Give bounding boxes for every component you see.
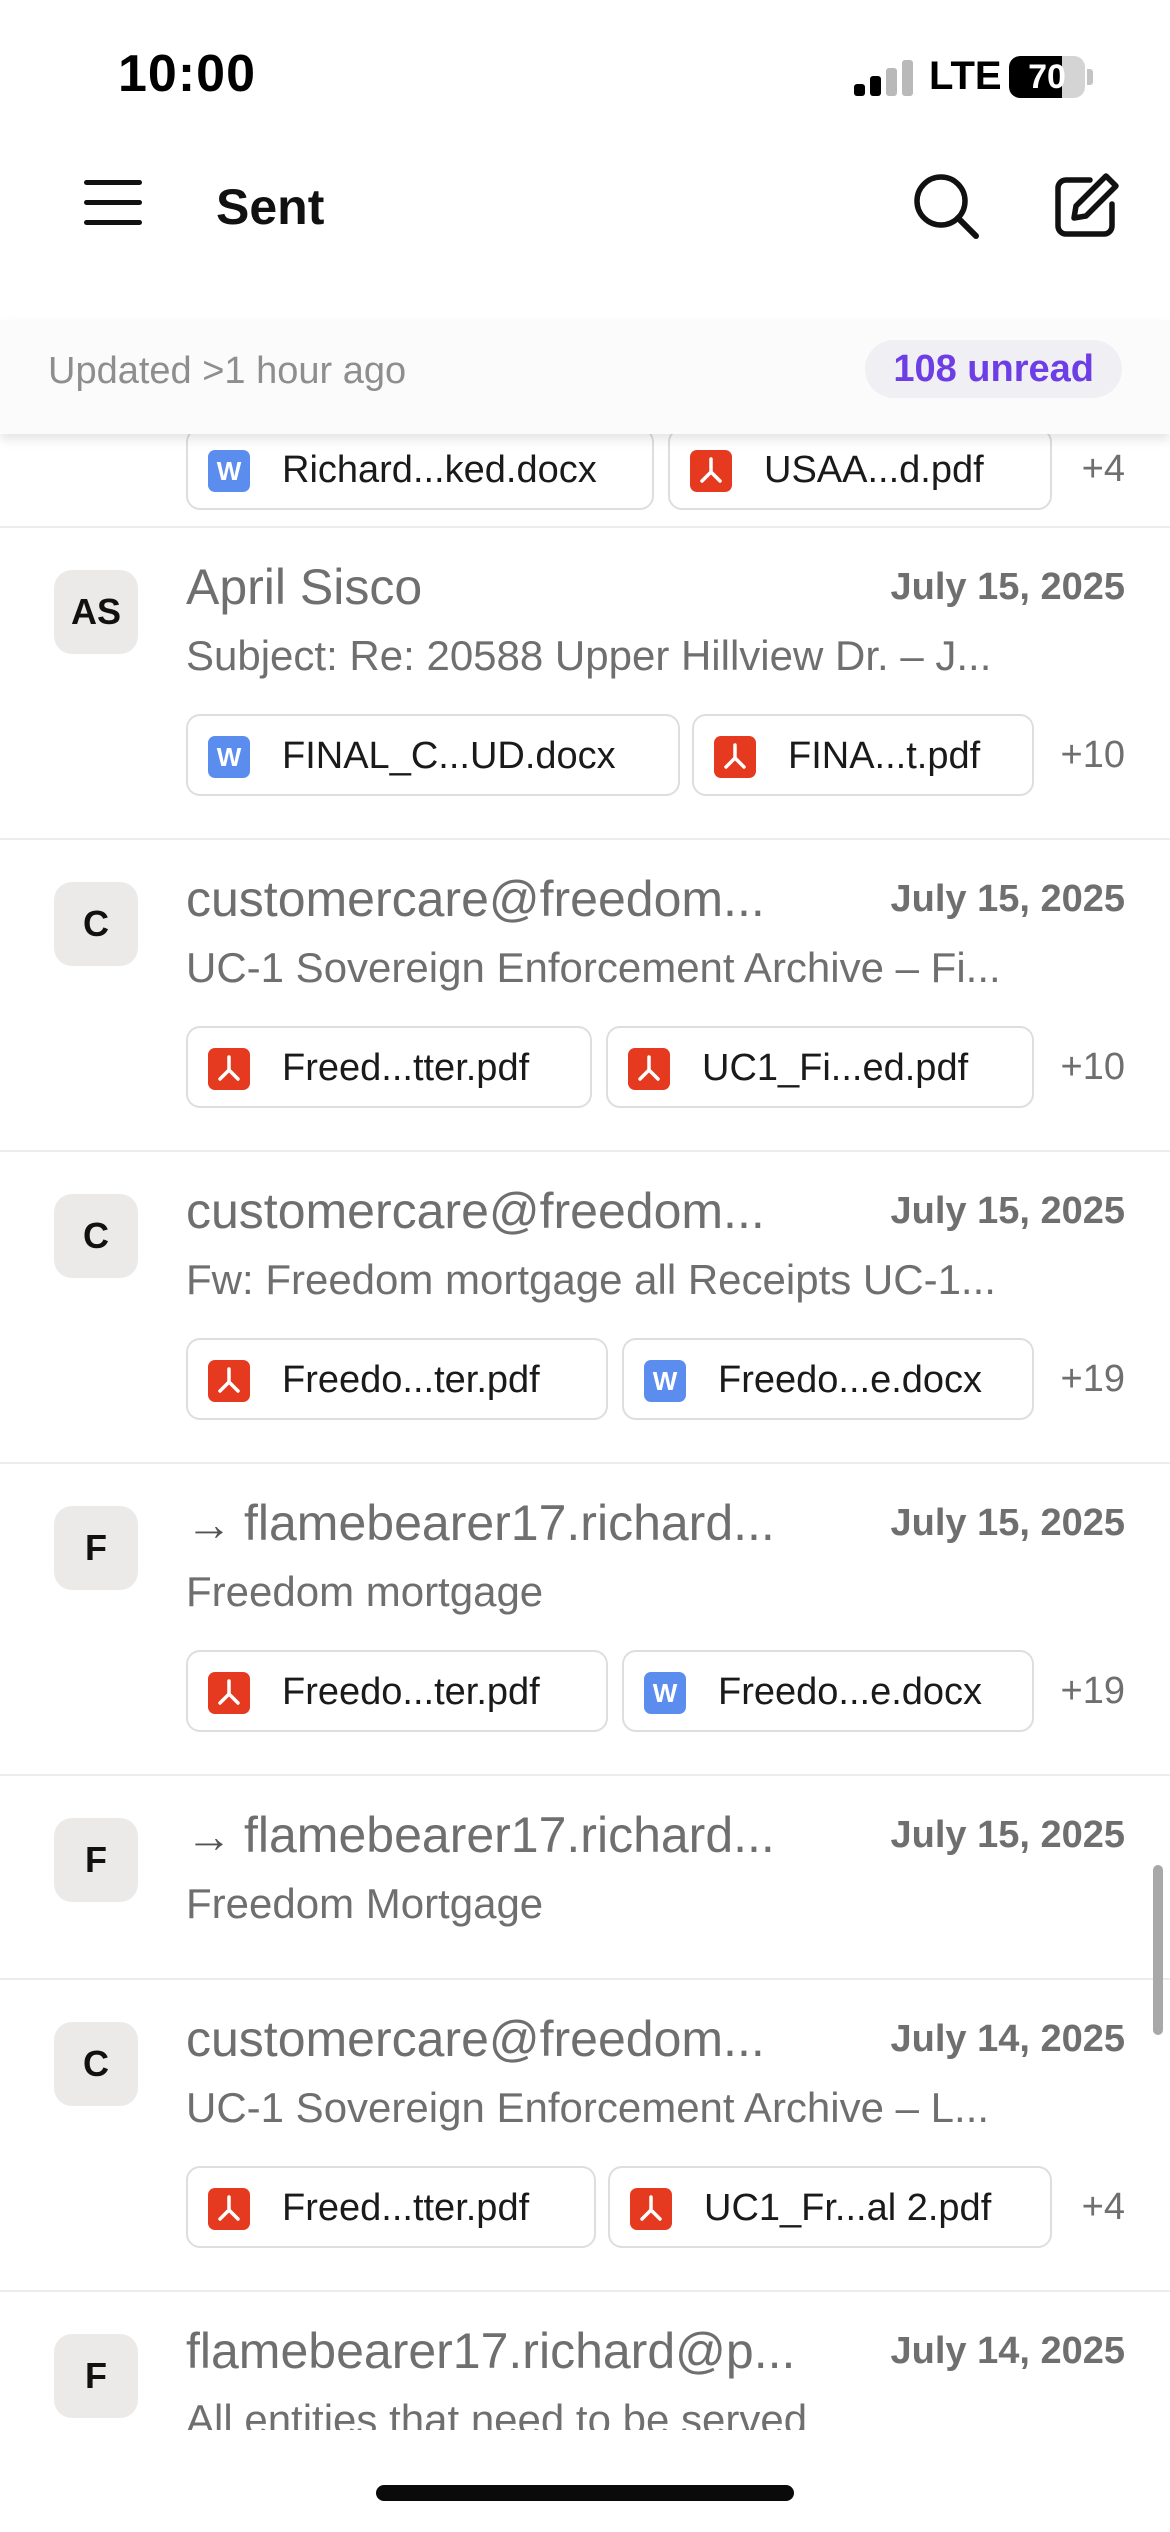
list-item[interactable]: C customercare@freedom... July 15, 2025 … (0, 1152, 1170, 1464)
message-subject: UC-1 Sovereign Enforcement Archive – L..… (186, 2084, 990, 2131)
forward-arrow-icon: → (186, 1498, 232, 1550)
list-item[interactable]: C customercare@freedom... July 14, 2025 … (0, 1980, 1170, 2292)
attachment-chip[interactable]: FINA...t.pdf (692, 714, 1034, 796)
sender-name: → flamebearer17.richard... (186, 1495, 775, 1551)
cellular-signal-icon (854, 60, 914, 96)
attachment-name: Freedo...ter.pdf (282, 1359, 540, 1401)
message-date: July 15, 2025 (890, 566, 1125, 608)
pdf-file-icon (690, 450, 732, 492)
attachment-chip[interactable]: UC1_Fi...ed.pdf (606, 1026, 1034, 1108)
attachment-chip[interactable]: Freedo...ter.pdf (186, 1338, 608, 1420)
network-type: LTE (929, 54, 1002, 98)
attachment-chip[interactable]: FINAL_C...UD.docx (186, 714, 680, 796)
word-file-icon (644, 1672, 686, 1714)
scrollbar[interactable] (1153, 1865, 1163, 2035)
message-date: July 14, 2025 (890, 2018, 1125, 2060)
menu-icon[interactable] (84, 178, 144, 228)
sender-name: customercare@freedom... (186, 2011, 765, 2067)
attachment-chip[interactable]: USAA...d.pdf (668, 428, 1052, 510)
message-date: July 14, 2025 (890, 2330, 1125, 2372)
list-item[interactable]: AS April Sisco July 15, 2025 Subject: Re… (0, 528, 1170, 840)
status-bar: 10:00 LTE 70 (0, 0, 1170, 150)
search-icon[interactable] (910, 170, 982, 242)
avatar: F (54, 2334, 138, 2418)
avatar: C (54, 1194, 138, 1278)
battery-icon: 70 (1009, 56, 1093, 98)
message-subject: Freedom mortgage (186, 1568, 544, 1615)
pdf-file-icon (208, 2188, 250, 2230)
attachment-name: Freed...tter.pdf (282, 1047, 530, 1089)
battery-percentage: 70 (1028, 58, 1066, 96)
sender-name: customercare@freedom... (186, 871, 765, 927)
bottom-safe-area (0, 2430, 1170, 2532)
message-subject: UC-1 Sovereign Enforcement Archive – Fi.… (186, 944, 1001, 991)
pdf-file-icon (628, 1048, 670, 1090)
compose-icon[interactable] (1050, 170, 1122, 242)
avatar: AS (54, 570, 138, 654)
pdf-file-icon (208, 1360, 250, 1402)
message-subject: Subject: Re: 20588 Upper Hillview Dr. – … (186, 632, 992, 679)
message-list[interactable]: Richard...ked.docx USAA...d.pdf +4 AS Ap… (0, 420, 1170, 2430)
page-title: Sent (216, 179, 325, 235)
attachment-name: FINA...t.pdf (788, 735, 981, 777)
attachment-chip[interactable]: Freed...tter.pdf (186, 1026, 592, 1108)
attachment-name: Freedo...e.docx (718, 1359, 983, 1401)
attachment-name: USAA...d.pdf (764, 449, 984, 491)
attachment-chip[interactable]: Freedo...ter.pdf (186, 1650, 608, 1732)
more-attachments-count: +10 (1060, 734, 1125, 776)
list-item[interactable]: F → flamebearer17.richard... July 15, 202… (0, 1776, 1170, 1980)
message-subject: Fw: Freedom mortgage all Receipts UC-1..… (186, 1256, 996, 1303)
more-attachments-count: +4 (1081, 2186, 1125, 2228)
forward-arrow-icon: → (186, 1810, 232, 1862)
updated-status: Updated >1 hour ago (48, 350, 407, 392)
avatar: F (54, 1506, 138, 1590)
message-subject: Freedom Mortgage (186, 1880, 544, 1927)
pdf-file-icon (208, 1048, 250, 1090)
attachment-name: UC1_Fi...ed.pdf (702, 1047, 969, 1089)
status-time: 10:00 (118, 45, 256, 103)
attachment-chip[interactable]: Freedo...e.docx (622, 1338, 1034, 1420)
avatar: F (54, 1818, 138, 1902)
attachment-name: FINAL_C...UD.docx (282, 735, 616, 777)
attachment-chip[interactable]: Freedo...e.docx (622, 1650, 1034, 1732)
attachment-name: UC1_Fr...al 2.pdf (704, 2187, 992, 2229)
attachment-chip[interactable]: Richard...ked.docx (186, 428, 654, 510)
word-file-icon (208, 450, 250, 492)
message-date: July 15, 2025 (890, 878, 1125, 920)
avatar: C (54, 882, 138, 966)
list-item[interactable]: F flamebearer17.richard@p... July 14, 20… (0, 2292, 1170, 2430)
message-date: July 15, 2025 (890, 1190, 1125, 1232)
sender-name: flamebearer17.richard@p... (186, 2323, 796, 2379)
attachment-name: Freedo...ter.pdf (282, 1671, 540, 1713)
message-date: July 15, 2025 (890, 1502, 1125, 1544)
unread-badge[interactable]: 108 unread (865, 340, 1122, 398)
pdf-file-icon (630, 2188, 672, 2230)
message-date: July 15, 2025 (890, 1814, 1125, 1856)
pdf-file-icon (714, 736, 756, 778)
sender-name: April Sisco (186, 559, 423, 615)
word-file-icon (644, 1360, 686, 1402)
attachment-chip[interactable]: Freed...tter.pdf (186, 2166, 596, 2248)
list-item-partial[interactable]: Richard...ked.docx USAA...d.pdf +4 (0, 420, 1170, 528)
word-file-icon (208, 736, 250, 778)
more-attachments-count: +10 (1060, 1046, 1125, 1088)
attachment-name: Freed...tter.pdf (282, 2187, 530, 2229)
list-item[interactable]: F → flamebearer17.richard... July 15, 202… (0, 1464, 1170, 1776)
sender-name: customercare@freedom... (186, 1183, 765, 1239)
list-item[interactable]: C customercare@freedom... July 15, 2025 … (0, 840, 1170, 1152)
sender-name: → flamebearer17.richard... (186, 1807, 775, 1863)
more-attachments-count: +19 (1060, 1670, 1125, 1712)
message-subject: All entities that need to be served (186, 2396, 808, 2430)
attachment-name: Richard...ked.docx (282, 449, 597, 491)
more-attachments-count: +19 (1060, 1358, 1125, 1400)
attachment-name: Freedo...e.docx (718, 1671, 983, 1713)
avatar: C (54, 2022, 138, 2106)
attachment-chip[interactable]: UC1_Fr...al 2.pdf (608, 2166, 1052, 2248)
home-indicator[interactable] (376, 2485, 794, 2501)
app-header (0, 150, 1170, 320)
more-attachments-count: +4 (1081, 448, 1125, 490)
pdf-file-icon (208, 1672, 250, 1714)
